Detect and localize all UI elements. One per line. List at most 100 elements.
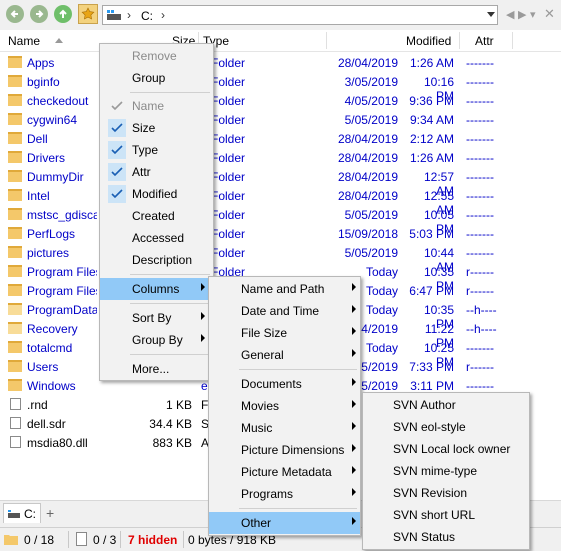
status-hidden-count[interactable]: 7 hidden [128, 533, 177, 547]
status-files: 0 / 3 [93, 533, 117, 547]
column-divider[interactable] [459, 32, 460, 49]
forward-button[interactable] [30, 5, 48, 23]
new-tab-button[interactable]: + [46, 505, 54, 521]
menu-item-other[interactable]: Other [209, 512, 360, 534]
list-item[interactable]: Drivers e Folder 28/04/2019 1:26 AM ------- [0, 148, 561, 167]
list-item[interactable]: DummyDir e Folder 28/04/2019 12:57 AM ------… [0, 167, 561, 198]
list-item[interactable]: pictures e Folder 5/05/2019 10:44 AM ------- [0, 243, 561, 274]
menu-item-date-and-time[interactable]: Date and Time [209, 300, 360, 322]
file-name: Users [27, 360, 59, 374]
star-icon [81, 7, 95, 20]
menu-item-music[interactable]: Music [209, 417, 360, 439]
file-name: PerfLogs [27, 227, 76, 241]
columns-submenu: Name and Path Date and Time File Size Ge… [208, 276, 361, 536]
checkmark-icon [108, 97, 126, 115]
menu-item-accessed[interactable]: Accessed [100, 227, 213, 249]
chevron-down-icon[interactable] [487, 12, 495, 18]
menu-item-file-size[interactable]: File Size [209, 322, 360, 344]
file-name: pictures [27, 246, 70, 260]
list-item[interactable]: Dell e Folder 28/04/2019 2:12 AM ------- [0, 129, 561, 148]
menu-item-picture-metadata[interactable]: Picture Metadata [209, 461, 360, 483]
file-name: Intel [27, 189, 50, 203]
column-attr[interactable]: Attr [475, 34, 494, 48]
list-item[interactable]: Apps e Folder 28/04/2019 1:26 AM ------- [0, 53, 561, 72]
sort-ascending-icon [55, 38, 63, 43]
menu-item-svn-eol-style[interactable]: SVN eol-style [363, 416, 529, 438]
file-date: 28/04/2019 [337, 170, 398, 184]
menu-item-name-and-path[interactable]: Name and Path [209, 278, 360, 300]
back-button[interactable] [6, 5, 24, 23]
menu-item-movies[interactable]: Movies [209, 395, 360, 417]
list-item[interactable]: cygwin64 e Folder 5/05/2019 9:34 AM ------- [0, 110, 561, 129]
file-attr: ------- [466, 208, 494, 222]
menu-item-group-by[interactable]: Group By [100, 329, 213, 351]
menu-item-size[interactable]: Size [100, 117, 213, 139]
tab-c-drive[interactable]: C: [3, 503, 41, 523]
column-header: Name Size Type Modified Attr [0, 30, 561, 52]
column-modified[interactable]: Modified [406, 34, 451, 48]
folder-icon [8, 360, 22, 372]
file-name: Apps [27, 56, 55, 70]
close-icon[interactable]: ✕ [544, 6, 555, 22]
address-bar[interactable]: › C: › [102, 5, 498, 25]
checkmark-icon [108, 163, 126, 181]
favorites-button[interactable] [78, 4, 98, 24]
submenu-arrow-icon [352, 327, 356, 335]
file-attr: ------- [466, 227, 494, 241]
address-path[interactable]: C: [141, 9, 153, 23]
file-name: mstsc_gdisca [27, 208, 97, 222]
menu-item-documents[interactable]: Documents [209, 373, 360, 395]
menu-item-svn-short-url[interactable]: SVN short URL [363, 504, 529, 526]
scroll-right-icon[interactable]: ▶ [518, 8, 526, 21]
menu-item-sort-by[interactable]: Sort By [100, 307, 213, 329]
menu-item-picture-dimensions[interactable]: Picture Dimensions [209, 439, 360, 461]
column-divider[interactable] [326, 32, 327, 49]
file-icon [76, 532, 87, 546]
up-button[interactable] [54, 5, 72, 23]
menu-item-description[interactable]: Description [100, 249, 213, 271]
list-item[interactable]: PerfLogs e Folder 15/09/2018 5:03 PM ------- [0, 224, 561, 243]
menu-item-programs[interactable]: Programs [209, 483, 360, 505]
menu-item-general[interactable]: General [209, 344, 360, 366]
menu-item-svn-mime-type[interactable]: SVN mime-type [363, 460, 529, 482]
folder-icon [8, 322, 22, 334]
file-time: 2:12 AM [409, 132, 454, 146]
folder-icon [8, 379, 22, 391]
file-name: Dell [27, 132, 48, 146]
breadcrumb-separator[interactable]: › [161, 8, 165, 22]
menu-item-name[interactable]: Name [100, 95, 213, 117]
file-name: bginfo [27, 75, 60, 89]
list-item[interactable]: bginfo e Folder 3/05/2019 10:16 PM ------- [0, 72, 561, 103]
menu-item-columns[interactable]: Columns [100, 278, 213, 300]
menu-item-svn-revision[interactable]: SVN Revision [363, 482, 529, 504]
column-divider[interactable] [512, 32, 513, 49]
file-date: 5/05/2019 [344, 113, 398, 127]
file-name: Program Files [27, 284, 97, 298]
other-submenu: SVN Author SVN eol-style SVN Local lock … [362, 392, 530, 550]
folder-icon [8, 151, 22, 163]
menu-item-remove[interactable]: Remove [100, 45, 213, 67]
menu-item-modified[interactable]: Modified [100, 183, 213, 205]
list-item[interactable]: checkedout e Folder 4/05/2019 9:36 PM ------… [0, 91, 561, 110]
list-item[interactable]: mstsc_gdisca e Folder 5/05/2019 10:05 PM ---… [0, 205, 561, 236]
menu-item-attr[interactable]: Attr [100, 161, 213, 183]
arrow-right-icon [36, 10, 44, 18]
pane-list-icon[interactable]: ▾ [530, 8, 536, 21]
menu-item-svn-local-lock-owner[interactable]: SVN Local lock owner [363, 438, 529, 460]
file-name: ProgramData [27, 303, 97, 317]
menu-item-type[interactable]: Type [100, 139, 213, 161]
menu-item-group[interactable]: Group [100, 67, 213, 89]
scroll-left-icon[interactable]: ◀ [506, 8, 514, 21]
submenu-arrow-icon [352, 378, 356, 386]
file-name: Recovery [27, 322, 78, 336]
menu-item-svn-status[interactable]: SVN Status [363, 526, 529, 548]
menu-item-svn-author[interactable]: SVN Author [363, 394, 529, 416]
file-attr: ------- [466, 341, 494, 355]
menu-item-more[interactable]: More... [100, 358, 213, 380]
menu-item-created[interactable]: Created [100, 205, 213, 227]
column-name[interactable]: Name [8, 34, 40, 48]
file-attr: r------ [466, 284, 494, 298]
list-item[interactable]: Intel e Folder 28/04/2019 12:55 AM ------- [0, 186, 561, 217]
folder-icon [8, 189, 22, 201]
folder-icon [8, 132, 22, 144]
